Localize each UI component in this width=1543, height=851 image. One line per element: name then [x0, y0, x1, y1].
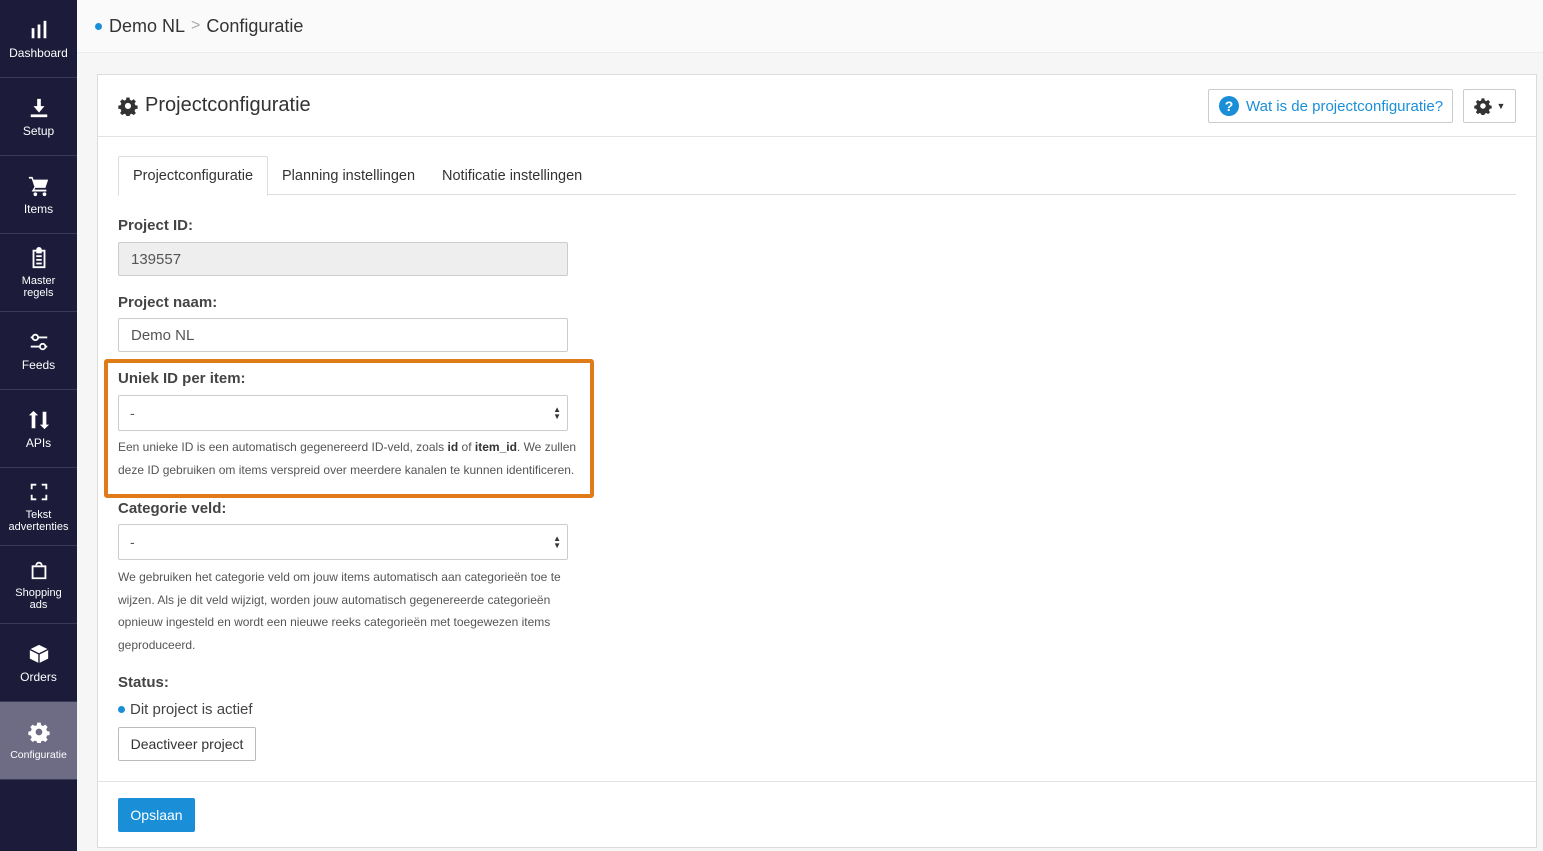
gear-icon — [1473, 98, 1492, 115]
sidebar-item-label: APIs — [25, 435, 52, 450]
page-title: Projectconfiguratie — [118, 94, 311, 117]
breadcrumb-separator: > — [191, 17, 201, 34]
breadcrumb-project[interactable]: Demo NL — [109, 16, 185, 37]
settings-dropdown-button[interactable]: ▼ — [1463, 89, 1516, 123]
help-text-bold: item_id — [474, 440, 517, 454]
sidebar-item-items[interactable]: Items — [0, 156, 77, 234]
sidebar-item-label: Orders — [20, 669, 57, 684]
project-id-field: 139557 — [118, 242, 568, 276]
unique-id-select-value: - — [130, 405, 135, 421]
sidebar-item-shopping-ads[interactable]: Shopping ads — [0, 546, 77, 624]
clipboard-icon — [27, 246, 51, 270]
category-help: We gebruiken het categorie veld om jouw … — [118, 570, 561, 652]
tab-notificatie-instellingen[interactable]: Notificatie instellingen — [428, 156, 596, 195]
sidebar-item-label: Configuratie — [10, 748, 67, 761]
category-select-value: - — [130, 534, 135, 550]
sliders-icon — [27, 330, 51, 354]
unique-id-help: Een unieke ID is een automatisch gegener… — [118, 436, 583, 481]
help-text-bold: id — [447, 440, 459, 454]
breadcrumb-page: Configuratie — [206, 15, 304, 36]
gear-icon — [118, 97, 138, 116]
sidebar-item-label: Dashboard — [9, 45, 68, 60]
caret-down-icon: ▼ — [1496, 101, 1506, 111]
question-icon: ? — [1219, 96, 1239, 116]
project-name-label: Project naam: — [118, 294, 218, 311]
sidebar-item-feeds[interactable]: Feeds — [0, 312, 77, 390]
status-label: Status: — [118, 674, 169, 691]
sidebar-item-tekst-advertenties[interactable]: Tekst advertenties — [0, 468, 77, 546]
help-button[interactable]: ? Wat is de projectconfiguratie? — [1208, 89, 1453, 123]
breadcrumb: Demo NL > Configuratie — [77, 0, 1543, 53]
sidebar-item-dashboard[interactable]: Dashboard — [0, 0, 77, 78]
arrows-updown-icon — [27, 408, 51, 432]
sidebar-item-label: Feeds — [21, 357, 56, 372]
sidebar-item-orders[interactable]: Orders — [0, 624, 77, 702]
sidebar-item-apis[interactable]: APIs — [0, 390, 77, 468]
cart-icon — [27, 174, 51, 198]
frame-icon — [27, 480, 51, 504]
panel-header: Projectconfiguratie ? Wat is de projectc… — [98, 75, 1536, 137]
select-arrows-icon: ▲ ▼ — [553, 534, 561, 550]
sidebar-item-label: Tekst advertenties — [8, 509, 69, 533]
gear-icon — [27, 720, 51, 744]
category-label: Categorie veld: — [118, 500, 227, 517]
bag-icon — [27, 558, 51, 582]
project-status-dot — [95, 22, 102, 30]
tab-planning-instellingen[interactable]: Planning instellingen — [268, 156, 429, 195]
config-panel: Projectconfiguratie ? Wat is de projectc… — [97, 74, 1537, 848]
save-button[interactable]: Opslaan — [118, 798, 195, 832]
status-dot — [118, 706, 125, 713]
tab-projectconfiguratie[interactable]: Projectconfiguratie — [118, 156, 269, 196]
page-title-text: Projectconfiguratie — [145, 94, 311, 116]
box-icon — [27, 642, 51, 666]
sidebar-item-label: Master regels — [21, 275, 56, 299]
status-text: Dit project is actief — [130, 701, 253, 718]
project-name-input[interactable]: Demo NL — [118, 318, 568, 352]
panel-footer: Opslaan — [98, 781, 1536, 847]
unique-id-select[interactable]: - ▲ ▼ — [118, 395, 568, 431]
sidebar: Dashboard Setup Items Master regels Feed… — [0, 0, 77, 851]
sidebar-item-label: Shopping ads — [15, 587, 62, 611]
unique-id-label: Uniek ID per item: — [118, 370, 246, 387]
download-icon — [27, 96, 51, 120]
category-select[interactable]: - ▲ ▼ — [118, 524, 568, 560]
deactivate-project-button[interactable]: Deactiveer project — [118, 727, 256, 761]
sidebar-item-master-regels[interactable]: Master regels — [0, 234, 77, 312]
status-indicator: Dit project is actief — [118, 701, 253, 718]
select-arrows-icon: ▲ ▼ — [553, 405, 561, 421]
help-text-part: of — [458, 440, 475, 454]
bar-chart-icon — [27, 18, 51, 42]
sidebar-item-setup[interactable]: Setup — [0, 78, 77, 156]
project-id-label: Project ID: — [118, 217, 194, 234]
tab-bar: Projectconfiguratie Planning instellinge… — [118, 156, 1516, 196]
help-button-label: Wat is de projectconfiguratie? — [1246, 97, 1444, 115]
help-text-part: Een unieke ID is een automatisch gegener… — [118, 440, 448, 454]
sidebar-item-configuratie[interactable]: Configuratie — [0, 702, 77, 780]
sidebar-item-label: Setup — [22, 123, 55, 138]
sidebar-item-label: Items — [23, 201, 54, 216]
